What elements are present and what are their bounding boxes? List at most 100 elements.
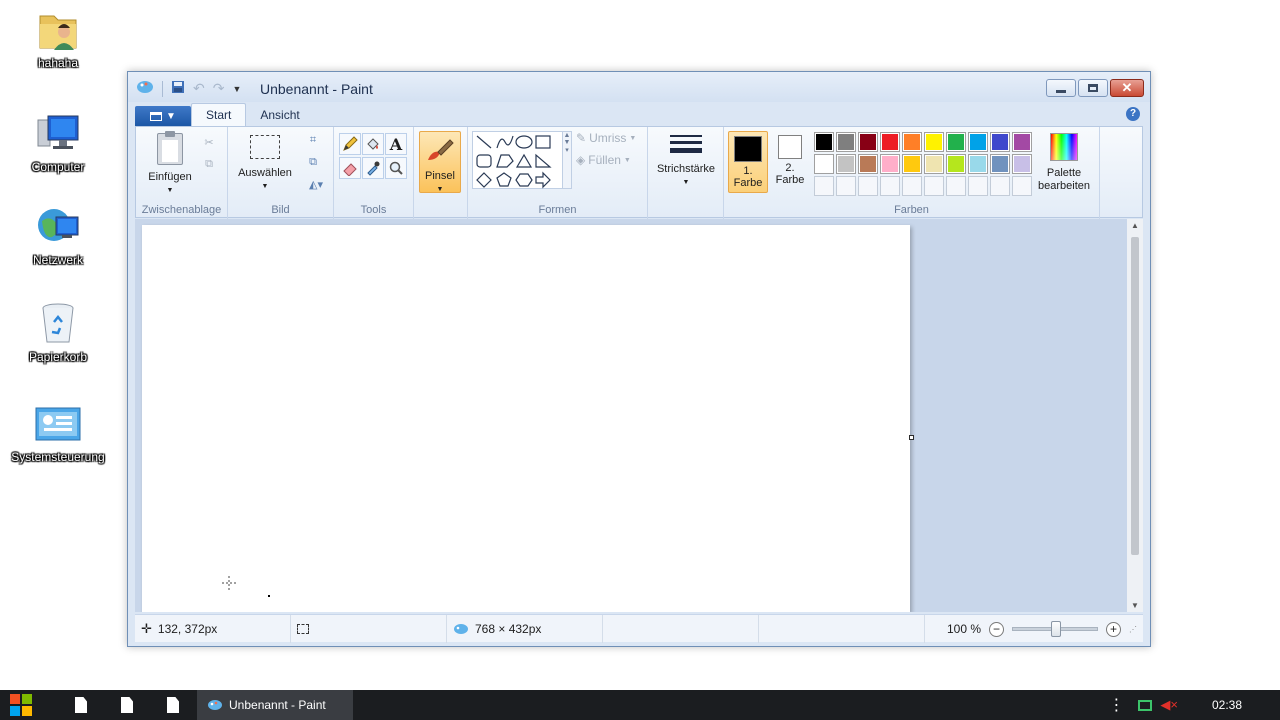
magnifier-tool[interactable] [385,157,407,179]
brush-label: Pinsel [425,170,455,182]
fill-bucket-icon: ◈ [576,153,586,167]
size-button[interactable]: Strichstärke ▼ [652,135,720,189]
desktop-icon-control-panel[interactable]: Systemsteuerung [8,400,108,464]
shapes-gallery-scroll[interactable]: ▲ ▼ ▾ [562,131,572,189]
group-label-tools: Tools [360,204,387,216]
select-button[interactable]: Auswählen ▼ [234,133,296,193]
desktop-icon-label: Papierkorb [28,350,88,364]
zoom-level: 100 % [946,622,981,636]
tab-start[interactable]: Start [191,103,247,126]
line-width-icon [670,135,702,153]
vertical-scrollbar[interactable]: ▲ ▼ [1127,219,1143,612]
magnifier-icon [389,161,403,175]
quick-access-toolbar: ↶ ↷ ▼ [136,80,241,97]
group-label-clipboard: Zwischenablage [141,204,222,216]
document-icon[interactable] [121,697,133,713]
desktop-icon-network[interactable]: Netzwerk [8,203,108,267]
outline-label: Umriss [589,131,627,145]
close-button[interactable]: ✕ [1110,79,1144,97]
document-icon[interactable] [167,697,179,713]
brush-icon [428,139,454,160]
paste-button[interactable]: Einfügen ▼ [142,131,198,197]
desktop-icon-label: Systemsteuerung [11,450,105,464]
paint-canvas-icon [454,624,468,634]
pencil-icon [343,136,358,151]
color-picker-tool[interactable] [362,157,384,179]
dropdown-arrow-icon: ▼ [261,183,269,190]
scroll-up-icon[interactable]: ▲ [1127,221,1143,230]
scroll-down-icon[interactable]: ▼ [1127,601,1143,610]
brush-button[interactable]: Pinsel ▼ [419,131,461,193]
fill-label: Füllen [588,153,621,167]
paste-label: Einfügen [148,171,192,183]
taskbar-item-paint[interactable]: Unbenannt - Paint [197,690,353,720]
menu-icon [150,111,163,121]
dropdown-arrow-icon: ▼ [436,186,444,193]
clipboard-icon [157,131,183,165]
cursor-position-text: 132, 372px [157,622,218,636]
fill-tool[interactable] [362,133,384,155]
zoom-slider[interactable] [1012,621,1098,637]
volume-muted-icon[interactable]: ◀× [1160,697,1178,713]
rounded-rectangle-shape-icon [476,154,492,168]
pencil-tool[interactable] [339,133,361,155]
text-icon: A [389,134,403,154]
outline-button[interactable]: ✎ Umriss ▼ [576,131,636,145]
desktop-icon-hahaha[interactable]: hahaha [8,6,108,70]
undo-icon[interactable]: ↶ [193,80,205,97]
text-tool[interactable]: A [385,133,407,155]
dropdown-arrow-icon: ▼ [166,110,176,122]
overflow-icon[interactable]: ⋮ [1108,695,1124,715]
dropdown-arrow-icon: ▼ [629,134,637,142]
zoom-in-button[interactable]: + [1106,621,1121,637]
tab-ansicht[interactable]: Ansicht [246,104,313,126]
paint-app-icon[interactable] [136,80,154,97]
maximize-button[interactable] [1078,79,1108,97]
desktop-icon-computer[interactable]: Computer [8,110,108,174]
line-shape-icon [476,135,492,149]
rotate-icon[interactable]: ◭▾ [304,175,328,193]
selection-icon [297,624,309,634]
redo-icon[interactable]: ↷ [213,80,225,97]
paint-window: ↶ ↷ ▼ Unbenannt - Paint ✕ ▼ Start Ansich… [127,71,1151,647]
file-menu-button[interactable]: ▼ [135,106,191,126]
cut-icon[interactable]: ✂ [200,133,218,151]
document-icon[interactable] [75,697,87,713]
start-button[interactable] [10,694,32,716]
window-controls: ✕ [1046,79,1144,97]
shapes-gallery[interactable] [472,131,566,189]
scroll-thumb[interactable] [1131,237,1139,555]
network-status-icon[interactable] [1138,699,1153,711]
outline-pencil-icon: ✎ [576,131,587,145]
group-clipboard: Einfügen ▼ ✂ ⧉ Zwischenablage [136,127,228,219]
zoom-controls: 100 % − + ⋰ [947,615,1137,643]
crosshair-cursor-icon [222,576,270,597]
eraser-tool[interactable] [339,157,361,179]
polygon-shape-icon [496,154,514,168]
minimize-button[interactable] [1046,79,1076,97]
move-cursor-icon: ✛ [141,621,152,636]
customize-qat-icon[interactable]: ▼ [232,84,241,94]
fill-button[interactable]: ◈ Füllen ▼ [576,153,631,167]
curve-shape-icon [496,135,514,149]
drawing-canvas[interactable] [142,225,910,612]
arrow-shape-icon [535,171,551,189]
eraser-icon [343,163,357,176]
fill-bucket-icon [367,138,379,150]
clock[interactable]: 02:38 [1212,698,1242,712]
save-icon[interactable] [171,80,185,97]
resize-handle-right[interactable] [909,435,914,440]
pentagon-shape-icon [496,172,512,187]
zoom-slider-knob[interactable] [1051,621,1061,637]
status-empty-cell [759,615,925,643]
user-folder-icon [34,6,82,54]
resize-icon[interactable]: ⧉ [304,153,322,171]
desktop-icon-recycle-bin[interactable]: Papierkorb [8,300,108,364]
computer-icon [34,110,82,158]
help-icon[interactable]: ? [1126,107,1140,121]
window-title: Unbenannt - Paint [260,81,373,97]
group-label-image: Bild [271,204,290,216]
crop-icon[interactable]: ⌗ [304,131,322,149]
zoom-out-button[interactable]: − [989,621,1004,637]
copy-icon[interactable]: ⧉ [200,155,218,173]
